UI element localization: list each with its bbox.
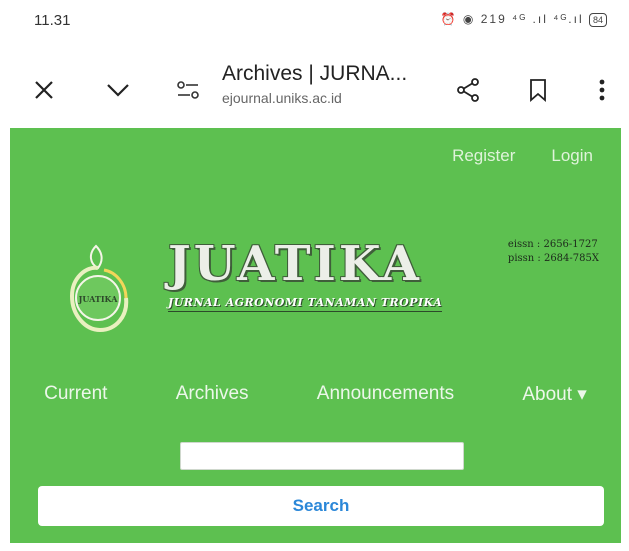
- nav-announcements[interactable]: Announcements: [317, 383, 454, 406]
- journal-logo[interactable]: JUATIKA: [58, 242, 138, 338]
- user-links: Register Login: [452, 146, 593, 166]
- share-icon[interactable]: [450, 72, 486, 108]
- primary-nav: Current Archives Announcements About ▾: [10, 383, 621, 406]
- page-title: Archives | JURNA...: [222, 62, 408, 85]
- nav-archives[interactable]: Archives: [176, 383, 249, 406]
- logo-text: JUATIKA: [78, 294, 119, 304]
- pissn: pissn : 2684-785X: [507, 253, 599, 264]
- journal-subtitle: JURNAL AGRONOMI TANAMAN TROPIKA: [168, 296, 443, 312]
- status-bar: 11.31 ⏰ ◉ 219 ⁴ᴳ .ıl ⁴ᴳ.ıl 84: [0, 0, 629, 44]
- eissn: eissn : 2656-1727: [507, 239, 598, 250]
- nav-current[interactable]: Current: [44, 383, 107, 406]
- site-settings-icon[interactable]: [170, 72, 206, 108]
- status-indicators: ⏰ ◉ 219 ⁴ᴳ .ıl ⁴ᴳ.ıl: [440, 12, 584, 26]
- issn-info: eissn : 2656-1727 pissn : 2684-785X: [508, 238, 599, 266]
- chevron-down-icon[interactable]: [100, 72, 136, 108]
- nav-about[interactable]: About ▾: [522, 383, 586, 406]
- search-button[interactable]: Search: [38, 486, 604, 526]
- address-bar[interactable]: Archives | JURNA... ejournal.uniks.ac.id: [222, 62, 442, 106]
- bookmark-icon[interactable]: [520, 72, 556, 108]
- status-time: 11.31: [34, 12, 71, 29]
- site-header: Register Login JUATIKA JUATIKA JURNAL AG…: [10, 128, 621, 543]
- status-icons: ⏰ ◉ 219 ⁴ᴳ .ıl ⁴ᴳ.ıl 84: [441, 12, 607, 27]
- more-vert-icon[interactable]: [584, 72, 620, 108]
- login-link[interactable]: Login: [551, 146, 593, 166]
- browser-toolbar: Archives | JURNA... ejournal.uniks.ac.id: [0, 50, 629, 130]
- register-link[interactable]: Register: [452, 146, 515, 166]
- battery-icon: 84: [588, 12, 607, 27]
- journal-brand[interactable]: JUATIKA JURNAL AGRONOMI TANAMAN TROPIKA: [168, 236, 443, 312]
- close-icon[interactable]: [26, 72, 62, 108]
- search-input[interactable]: [180, 442, 464, 470]
- page-host: ejournal.uniks.ac.id: [222, 90, 342, 106]
- journal-title: JUATIKA: [168, 236, 422, 292]
